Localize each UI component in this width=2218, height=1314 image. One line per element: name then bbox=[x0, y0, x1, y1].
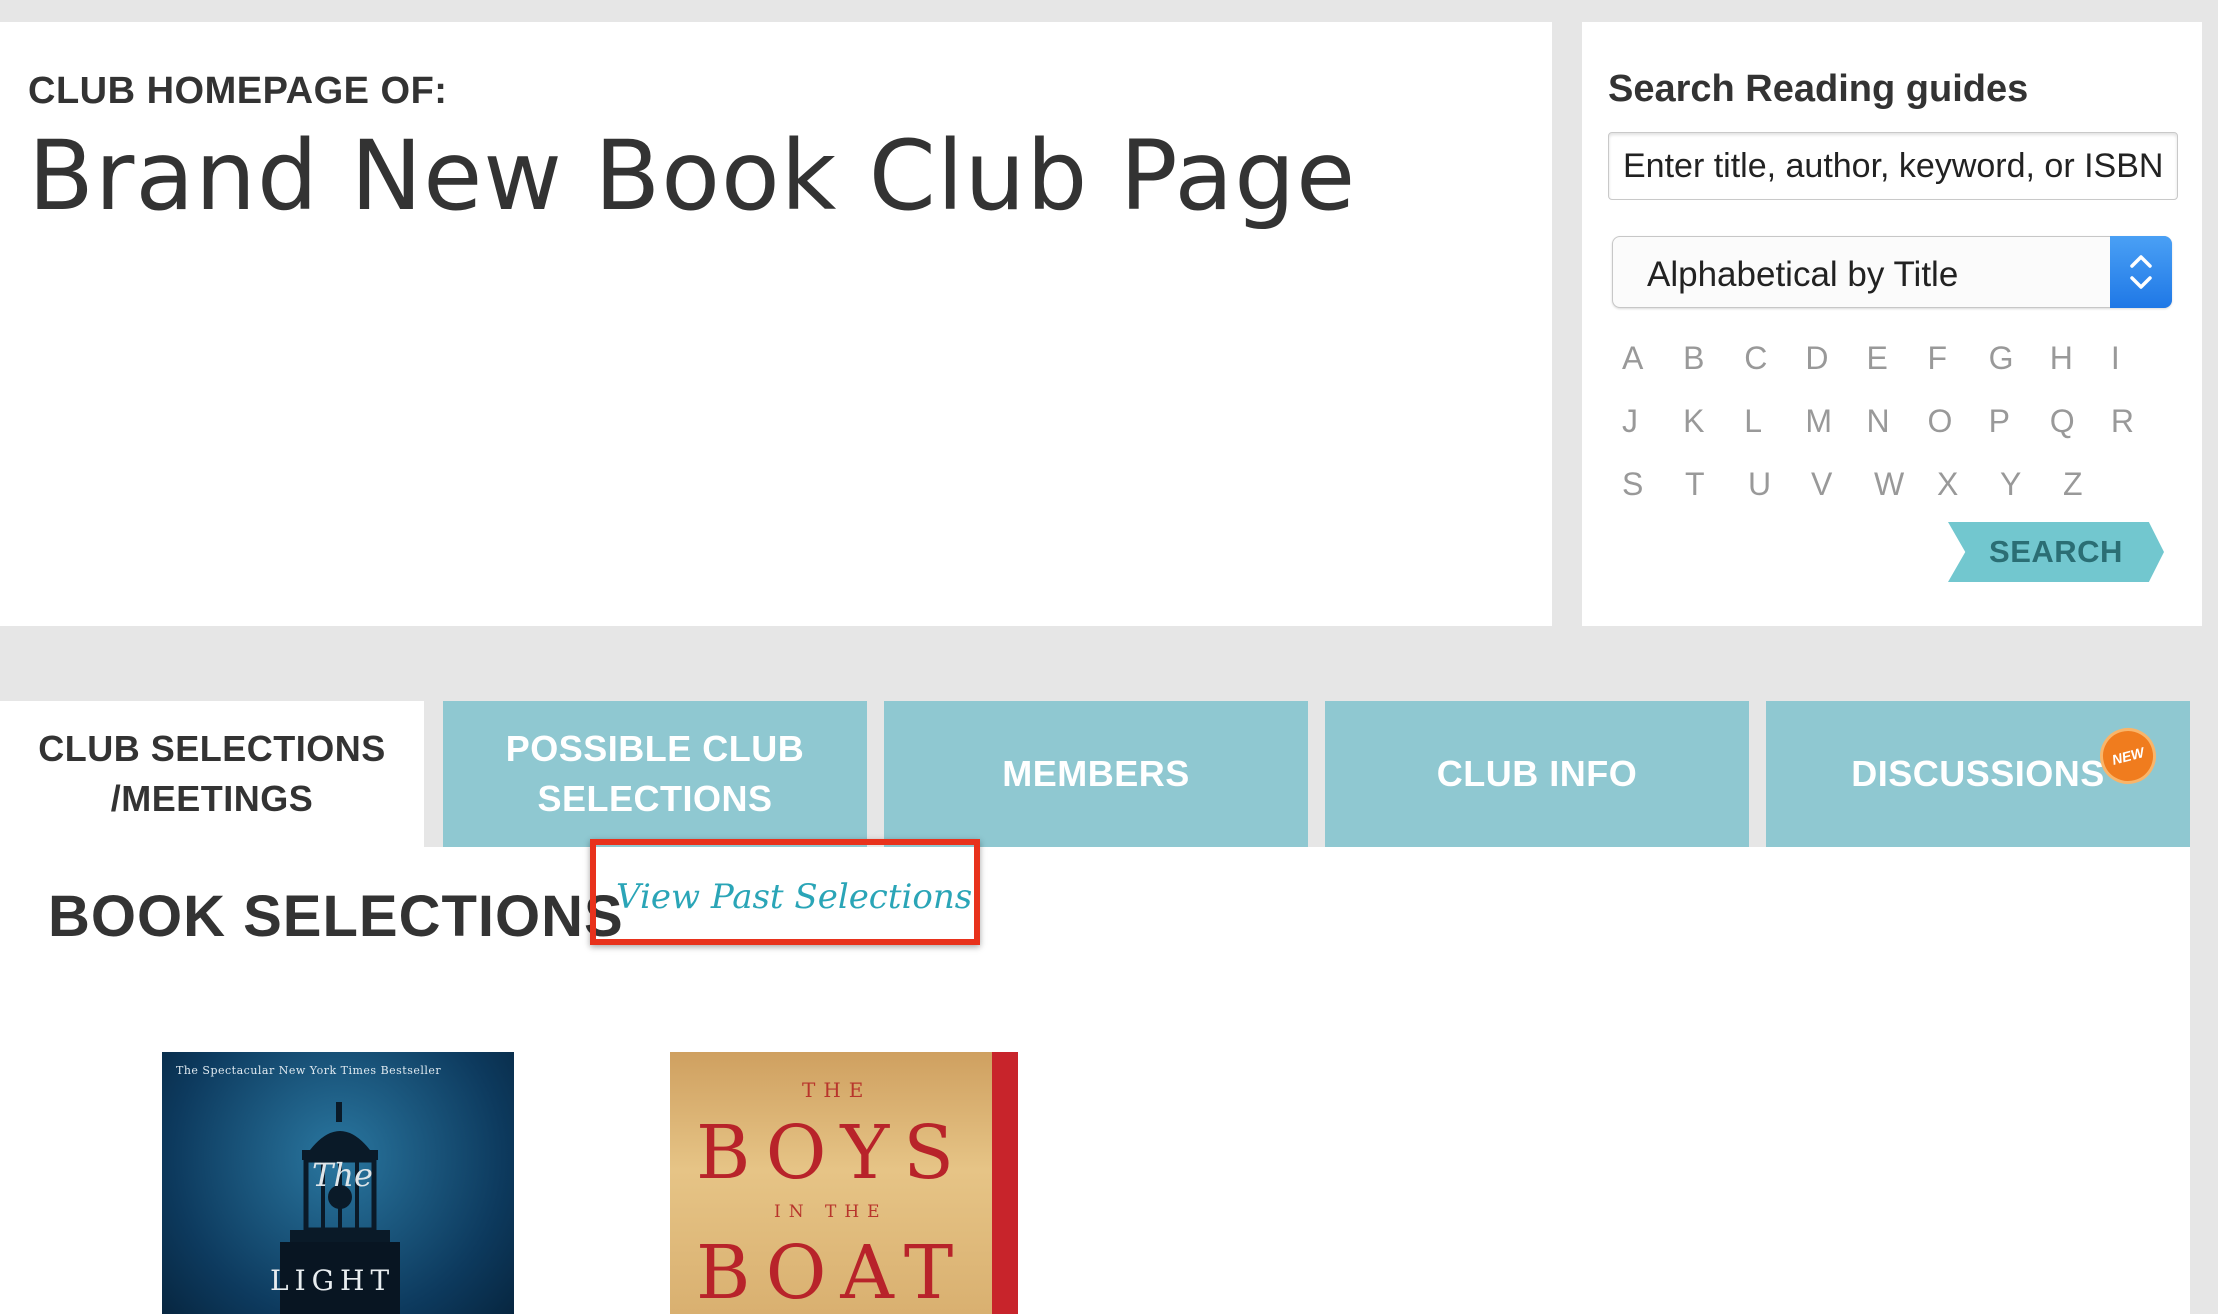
select-arrows-icon bbox=[2110, 236, 2172, 308]
letter-link[interactable]: K bbox=[1683, 403, 1744, 466]
alphabet-row: S T U V W X Y Z bbox=[1622, 466, 2172, 529]
letter-link[interactable]: Y bbox=[2000, 466, 2063, 529]
tab-club-selections-meetings[interactable]: CLUB SELECTIONS/MEETINGS bbox=[0, 701, 424, 847]
letter-link[interactable]: W bbox=[1874, 466, 1937, 529]
tab-label: CLUB SELECTIONS/MEETINGS bbox=[38, 728, 386, 819]
letter-link[interactable]: G bbox=[1989, 340, 2050, 403]
letter-link[interactable]: V bbox=[1811, 466, 1874, 529]
letter-link[interactable]: S bbox=[1622, 466, 1685, 529]
letter-link[interactable]: B bbox=[1683, 340, 1744, 403]
letter-link[interactable]: X bbox=[1937, 466, 2000, 529]
letter-link[interactable]: D bbox=[1805, 340, 1866, 403]
letter-link[interactable]: H bbox=[2050, 340, 2111, 403]
letter-link[interactable]: M bbox=[1805, 403, 1866, 466]
club-name-title: Brand New Book Club Page bbox=[28, 120, 1357, 232]
letter-link[interactable]: J bbox=[1622, 403, 1683, 466]
book-cover-the-light[interactable]: The Spectacular New York Times Bestselle… bbox=[162, 1052, 514, 1314]
tab-label: MEMBERS bbox=[1002, 753, 1190, 794]
search-input[interactable] bbox=[1608, 132, 2178, 200]
letter-link[interactable]: L bbox=[1744, 403, 1805, 466]
letter-link[interactable]: A bbox=[1622, 340, 1683, 403]
cover-title-the: THE bbox=[802, 1078, 872, 1102]
sort-select[interactable]: Alphabetical by Title bbox=[1612, 236, 2172, 308]
letter-link[interactable]: U bbox=[1748, 466, 1811, 529]
tab-label: CLUB INFO bbox=[1436, 753, 1638, 794]
tab-club-info[interactable]: CLUB INFO bbox=[1325, 701, 1749, 847]
tab-label: DISCUSSIONS bbox=[1851, 753, 2105, 794]
search-button[interactable]: SEARCH bbox=[1948, 522, 2164, 582]
club-tabs: CLUB SELECTIONS/MEETINGS POSSIBLE CLUB SE… bbox=[0, 701, 2218, 847]
cover-title: LIGHT bbox=[270, 1264, 396, 1297]
letter-link[interactable]: F bbox=[1928, 340, 1989, 403]
letter-link[interactable]: I bbox=[2111, 340, 2172, 403]
search-reading-guides-panel: Search Reading guides Alphabetical by Ti… bbox=[1582, 22, 2202, 626]
letter-link[interactable]: T bbox=[1685, 466, 1748, 529]
letter-link[interactable]: E bbox=[1866, 340, 1927, 403]
letter-link[interactable]: C bbox=[1744, 340, 1805, 403]
cover-side-strip bbox=[992, 1052, 1018, 1314]
letter-link[interactable]: N bbox=[1866, 403, 1927, 466]
cover-title-boat: BOAT bbox=[696, 1230, 968, 1314]
book-cover-boys-in-the-boat[interactable]: THE BOYS IN THE BOAT bbox=[670, 1052, 1018, 1314]
cover-title-the: The bbox=[312, 1156, 373, 1194]
letter-link[interactable]: O bbox=[1928, 403, 1989, 466]
club-homepage-label: CLUB HOMEPAGE OF: bbox=[28, 70, 448, 112]
alphabet-index: A B C D E F G H I J K L M N O P Q R S T … bbox=[1622, 340, 2172, 529]
club-header-panel: CLUB HOMEPAGE OF: Brand New Book Club Pa… bbox=[0, 22, 1552, 626]
book-selections-heading: BOOK SELECTIONS bbox=[48, 884, 624, 949]
tab-possible-club-selections[interactable]: POSSIBLE CLUB SELECTIONS bbox=[443, 701, 867, 847]
letter-link[interactable]: Z bbox=[2063, 466, 2126, 529]
view-past-selections-link[interactable]: View Past Selections bbox=[616, 877, 972, 917]
cover-title-boys: BOYS bbox=[696, 1110, 968, 1196]
cover-tagline: The Spectacular New York Times Bestselle… bbox=[176, 1064, 442, 1077]
search-panel-title: Search Reading guides bbox=[1608, 68, 2029, 110]
alphabet-row: J K L M N O P Q R bbox=[1622, 403, 2172, 466]
letter-link[interactable]: Q bbox=[2050, 403, 2111, 466]
book-selections-section: BOOK SELECTIONS View Past Selections The… bbox=[0, 839, 2190, 1314]
sort-select-value: Alphabetical by Title bbox=[1647, 255, 1959, 294]
letter-link[interactable]: R bbox=[2111, 403, 2172, 466]
chevron-up-down-icon bbox=[2130, 255, 2152, 289]
letter-link[interactable]: P bbox=[1989, 403, 2050, 466]
cover-title-in-the: IN THE bbox=[774, 1202, 888, 1222]
alphabet-row: A B C D E F G H I bbox=[1622, 340, 2172, 403]
tab-members[interactable]: MEMBERS bbox=[884, 701, 1308, 847]
tab-label: POSSIBLE CLUB SELECTIONS bbox=[505, 728, 805, 819]
